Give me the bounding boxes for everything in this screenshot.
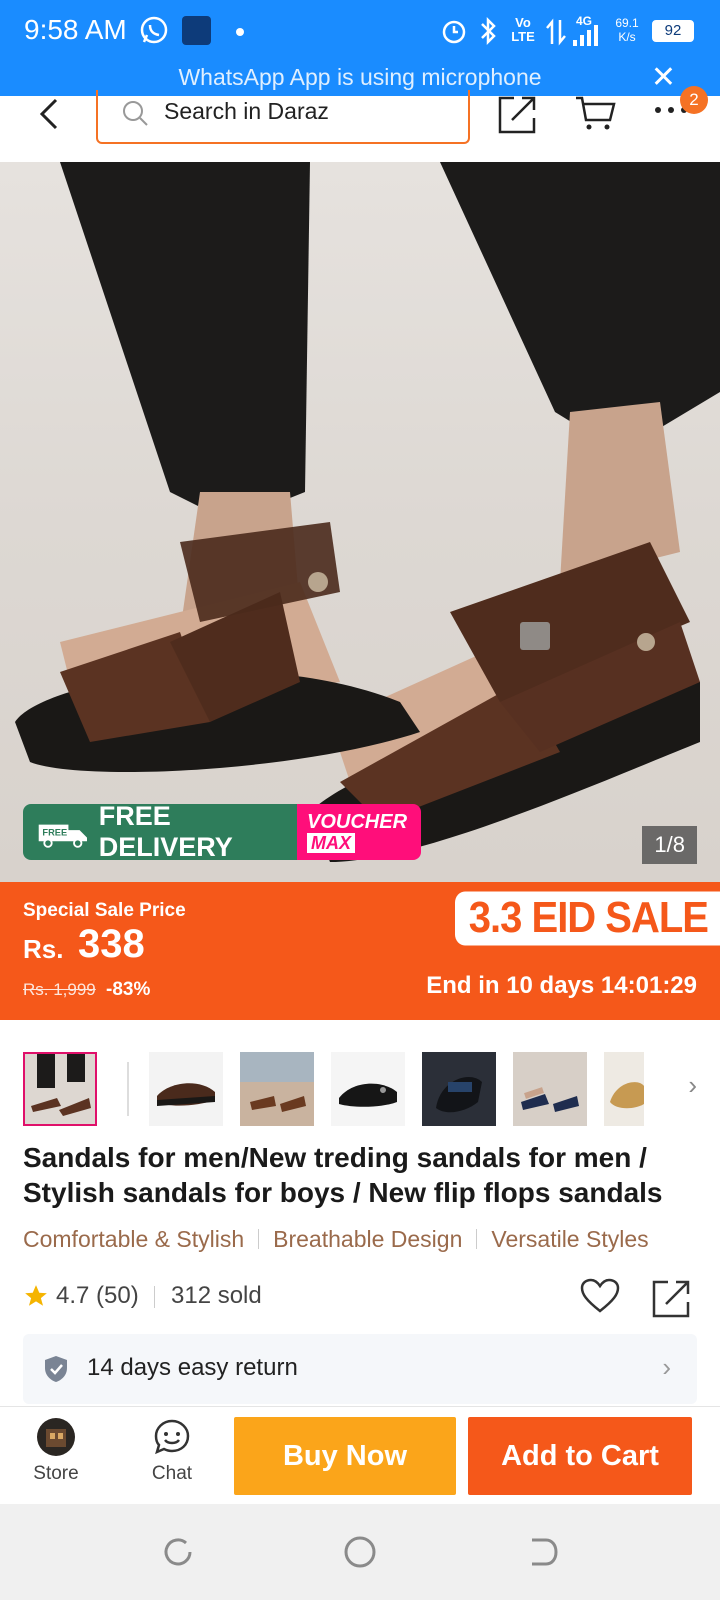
speed-unit: K/s: [618, 30, 636, 44]
app-square-icon: [182, 16, 211, 45]
search-placeholder: Search in Daraz: [164, 98, 329, 124]
promo-banner: FREE FREE DELIVERY VOUCHER MAX: [23, 804, 421, 860]
top-header: Search in Daraz 2: [0, 86, 720, 162]
sale-price: 338: [78, 922, 145, 966]
thumb-7[interactable]: [604, 1052, 644, 1126]
store-button[interactable]: Store: [26, 1417, 86, 1485]
data-arrows-icon: [546, 18, 566, 46]
thumb-2[interactable]: [149, 1052, 223, 1126]
rating-count: (50): [96, 1282, 139, 1309]
chat-icon: [154, 1419, 190, 1455]
tag-item: Versatile Styles: [491, 1226, 649, 1252]
thumb-5[interactable]: [422, 1052, 496, 1126]
product-image[interactable]: FREE FREE DELIVERY VOUCHER MAX 1/8: [0, 162, 720, 882]
back-nav-icon[interactable]: [524, 1534, 560, 1570]
chat-label: Chat: [151, 1463, 193, 1484]
recents-icon[interactable]: [160, 1534, 196, 1570]
thumb-4[interactable]: [331, 1052, 405, 1126]
speed-value: 69.1: [615, 16, 639, 30]
buy-now-button[interactable]: Buy Now: [234, 1417, 456, 1495]
share-icon[interactable]: [652, 1278, 692, 1318]
chevron-right-icon: ›: [662, 1352, 671, 1382]
sale-countdown: End in 10 days 14:01:29: [426, 972, 697, 999]
shield-icon: [45, 1356, 67, 1382]
tag-item: Comfortable & Stylish: [23, 1226, 245, 1252]
special-sale-label: Special Sale Price: [23, 900, 186, 921]
tag-item: Breathable Design: [273, 1226, 463, 1252]
signal-icon: [573, 25, 598, 46]
thumbnail-strip: ›: [23, 1052, 697, 1128]
feature-tags: Comfortable & Stylish Breathable Design Ve…: [23, 1226, 703, 1253]
max-label: MAX: [307, 833, 355, 853]
thumb-3[interactable]: [240, 1052, 314, 1126]
clock: 9:58 AM: [24, 14, 127, 45]
status-bar: 9:58 AM Vo LTE 4G 69.1 K/s 92: [0, 0, 720, 58]
notification-text: WhatsApp App is using microphone: [178, 64, 542, 90]
close-icon[interactable]: ✕: [651, 60, 676, 95]
delivery-truck-icon: FREE: [38, 824, 88, 848]
chevron-right-icon[interactable]: ›: [688, 1070, 697, 1101]
add-to-cart-button[interactable]: Add to Cart: [468, 1417, 692, 1495]
sold-count: 312 sold: [171, 1282, 262, 1309]
campaign-badge: 3.3 EID SALE: [454, 891, 720, 946]
star-icon: [25, 1285, 47, 1306]
rating-value: 4.7: [56, 1282, 90, 1309]
currency: Rs.: [23, 934, 64, 964]
product-title: Sandals for men/New treding sandals for …: [23, 1142, 663, 1208]
sandals-photo: [15, 162, 720, 862]
return-policy-row[interactable]: 14 days easy return ›: [23, 1334, 697, 1404]
search-input[interactable]: Search in Daraz: [96, 90, 470, 144]
share-icon[interactable]: [498, 94, 538, 134]
chat-button[interactable]: Chat: [142, 1417, 202, 1485]
back-icon[interactable]: [34, 96, 64, 136]
thumb-6[interactable]: [513, 1052, 587, 1126]
free-small: FREE: [42, 828, 67, 838]
system-navigation: [0, 1504, 720, 1600]
discount-percent: -83%: [106, 979, 151, 1000]
battery-icon: 92: [652, 20, 694, 42]
heart-icon[interactable]: [580, 1278, 620, 1314]
battery-level: 92: [664, 22, 682, 39]
volte-icon: Vo LTE: [511, 15, 535, 44]
cart-icon[interactable]: [574, 92, 616, 132]
store-icon: [37, 1418, 75, 1456]
free-delivery-label: FREE DELIVERY: [98, 804, 233, 860]
bluetooth-icon: [481, 16, 496, 46]
search-icon: [123, 101, 148, 126]
return-policy-label: 14 days easy return: [87, 1354, 298, 1381]
home-icon[interactable]: [342, 1534, 378, 1570]
thumb-divider: [127, 1062, 129, 1116]
bottom-action-bar: Store Chat Buy Now Add to Cart: [0, 1406, 720, 1504]
image-counter: 1/8: [642, 826, 697, 864]
cart-badge: 2: [680, 86, 708, 114]
dot-icon: [236, 28, 244, 36]
voucher-label: VOUCHER: [307, 811, 408, 833]
original-price: Rs. 1,999: [23, 980, 96, 999]
price-section: Special Sale Price Rs. 338 Rs. 1,999 -83…: [0, 882, 720, 1020]
alarm-icon: [442, 20, 466, 44]
whatsapp-icon: [140, 16, 168, 44]
store-label: Store: [33, 1463, 79, 1484]
thumb-1[interactable]: [23, 1052, 97, 1126]
